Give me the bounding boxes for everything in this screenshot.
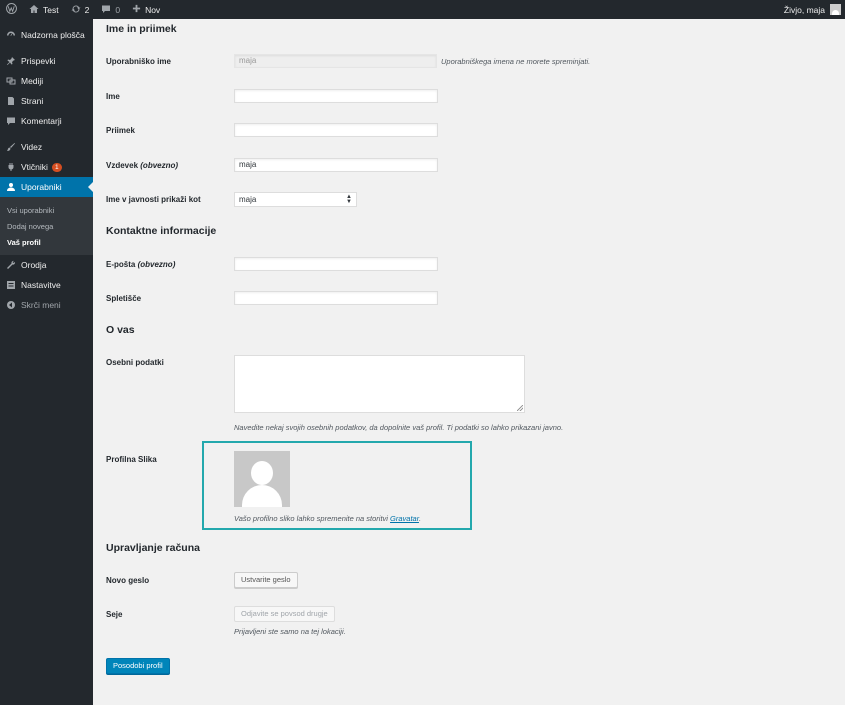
profile-picture	[234, 451, 290, 507]
admin-bar: Test 2 0 Nov Živjo, maja	[0, 0, 845, 19]
select-arrows-icon: ▲ ▼	[346, 194, 352, 205]
menu-label: Uporabniki	[21, 182, 62, 192]
menu-item-plugins[interactable]: Vtičniki 1	[0, 157, 93, 177]
website-field[interactable]	[234, 291, 438, 305]
menu-item-pages[interactable]: Strani	[0, 91, 93, 111]
menu-label: Prispevki	[21, 56, 56, 66]
media-icon	[6, 77, 16, 85]
user-icon	[7, 183, 15, 191]
submenu-item-add-new[interactable]: Dodaj novega	[0, 218, 93, 234]
page-icon	[8, 97, 14, 105]
nickname-field[interactable]: maja	[234, 158, 438, 172]
last-name-field[interactable]	[234, 123, 438, 137]
sessions-note: Prijavljeni ste samo na tej lokaciji.	[234, 627, 346, 636]
menu-label: Skrči meni	[21, 300, 61, 310]
section-heading-contact: Kontaktne informacije	[106, 225, 217, 237]
new-content-menu[interactable]: Nov	[126, 0, 166, 19]
submenu-item-all-users[interactable]: Vsi uporabniki	[0, 202, 93, 218]
dashboard-icon	[7, 31, 15, 36]
home-icon	[29, 4, 39, 16]
wrench-icon	[7, 260, 16, 269]
section-heading-account: Upravljanje računa	[106, 542, 200, 554]
settings-icon	[7, 281, 15, 289]
username-label: Uporabniško ime	[106, 57, 171, 66]
bio-textarea[interactable]	[234, 355, 525, 413]
site-name: Test	[43, 4, 59, 15]
pin-icon	[7, 57, 15, 65]
menu-label: Vtičniki	[21, 162, 48, 172]
my-account-menu[interactable]: Živjo, maja	[778, 0, 845, 19]
gravatar-link[interactable]: Gravatar	[390, 514, 419, 523]
comment-icon	[101, 4, 111, 16]
menu-label: Mediji	[21, 76, 44, 86]
menu-label: Strani	[21, 96, 44, 106]
picture-note-end: .	[418, 514, 422, 523]
admin-sidebar: Nadzorna plošča Prispevki Mediji Strani …	[0, 19, 93, 705]
profile-picture-label: Profilna Slika	[106, 455, 157, 464]
email-field[interactable]	[234, 257, 438, 271]
menu-item-appearance[interactable]: Videz	[0, 137, 93, 157]
site-name-menu[interactable]: Test	[23, 0, 65, 19]
menu-item-settings[interactable]: Nastavitve	[0, 275, 93, 295]
new-label: Nov	[145, 4, 161, 15]
email-label: E-pošta (obvezno)	[106, 260, 175, 269]
menu-item-posts[interactable]: Prispevki	[0, 51, 93, 71]
plugin-icon	[8, 163, 14, 171]
wp-logo-menu[interactable]	[0, 0, 23, 19]
collapse-icon	[7, 301, 15, 309]
resize-grip-icon[interactable]	[517, 405, 523, 411]
menu-item-media[interactable]: Mediji	[0, 71, 93, 91]
required-marker: (obvezno)	[137, 260, 176, 269]
first-name-label: Ime	[106, 92, 120, 101]
greeting: Živjo, maja	[783, 4, 825, 15]
last-name-label: Priimek	[106, 126, 135, 135]
menu-label: Orodja	[21, 260, 47, 270]
generate-password-button[interactable]: Ustvarite geslo	[234, 572, 298, 588]
updates-icon	[71, 4, 81, 16]
menu-item-comments[interactable]: Komentarji	[0, 111, 93, 131]
section-heading-about: O vas	[106, 324, 135, 336]
menu-item-tools[interactable]: Orodja	[0, 255, 93, 275]
section-heading-name: Ime in priimek	[106, 23, 177, 35]
comments-count: 0	[115, 4, 121, 15]
menu-item-users[interactable]: Uporabniki	[0, 177, 93, 197]
profile-form: Ime in priimek Uporabniško ime maja Upor…	[93, 19, 845, 705]
display-name-label: Ime v javnosti prikaži kot	[106, 195, 201, 204]
profile-picture-note: Vašo profilno sliko lahko spremenite na …	[234, 514, 421, 523]
username-field: maja	[234, 54, 437, 68]
username-note: Uporabniškega imena ne morete spreminjat…	[441, 57, 591, 66]
comment-icon	[7, 117, 15, 125]
wordpress-logo-icon	[6, 3, 17, 16]
nickname-label-text: Vzdevek	[106, 161, 139, 170]
first-name-field[interactable]	[234, 89, 438, 103]
sessions-label: Seje	[106, 610, 123, 619]
menu-label: Videz	[21, 142, 43, 152]
bio-label: Osebni podatki	[106, 358, 164, 367]
required-marker: (obvezno)	[140, 161, 179, 170]
plugins-update-badge: 1	[51, 162, 62, 172]
plus-icon	[132, 4, 141, 15]
users-submenu: Vsi uporabniki Dodaj novega Vaš profil	[0, 197, 93, 255]
update-profile-button[interactable]: Posodobi profil	[106, 658, 170, 674]
brush-icon	[7, 143, 15, 151]
submenu-item-your-profile[interactable]: Vaš profil	[0, 234, 93, 250]
menu-item-collapse[interactable]: Skrči meni	[0, 295, 93, 315]
comments-menu[interactable]: 0	[95, 0, 126, 19]
email-label-text: E-pošta	[106, 260, 136, 269]
menu-label: Nastavitve	[21, 280, 61, 290]
display-name-select[interactable]: maja ▲ ▼	[234, 192, 357, 207]
menu-label: Nadzorna plošča	[21, 30, 85, 40]
new-password-label: Novo geslo	[106, 576, 150, 585]
logout-everywhere-button[interactable]: Odjavite se povsod drugje	[234, 606, 335, 622]
menu-item-dashboard[interactable]: Nadzorna plošča	[0, 25, 93, 45]
avatar	[830, 4, 841, 15]
bio-note: Navedite nekaj svojih osebnih podatkov, …	[234, 423, 564, 432]
website-label: Spletišče	[106, 294, 142, 303]
menu-label: Komentarji	[21, 116, 62, 126]
updates-menu[interactable]: 2	[65, 0, 96, 19]
picture-note-text: Vašo profilno sliko lahko spremenite na …	[234, 514, 391, 523]
display-name-selected: maja	[239, 195, 257, 204]
nickname-label: Vzdevek (obvezno)	[106, 161, 178, 170]
updates-count: 2	[84, 4, 90, 15]
